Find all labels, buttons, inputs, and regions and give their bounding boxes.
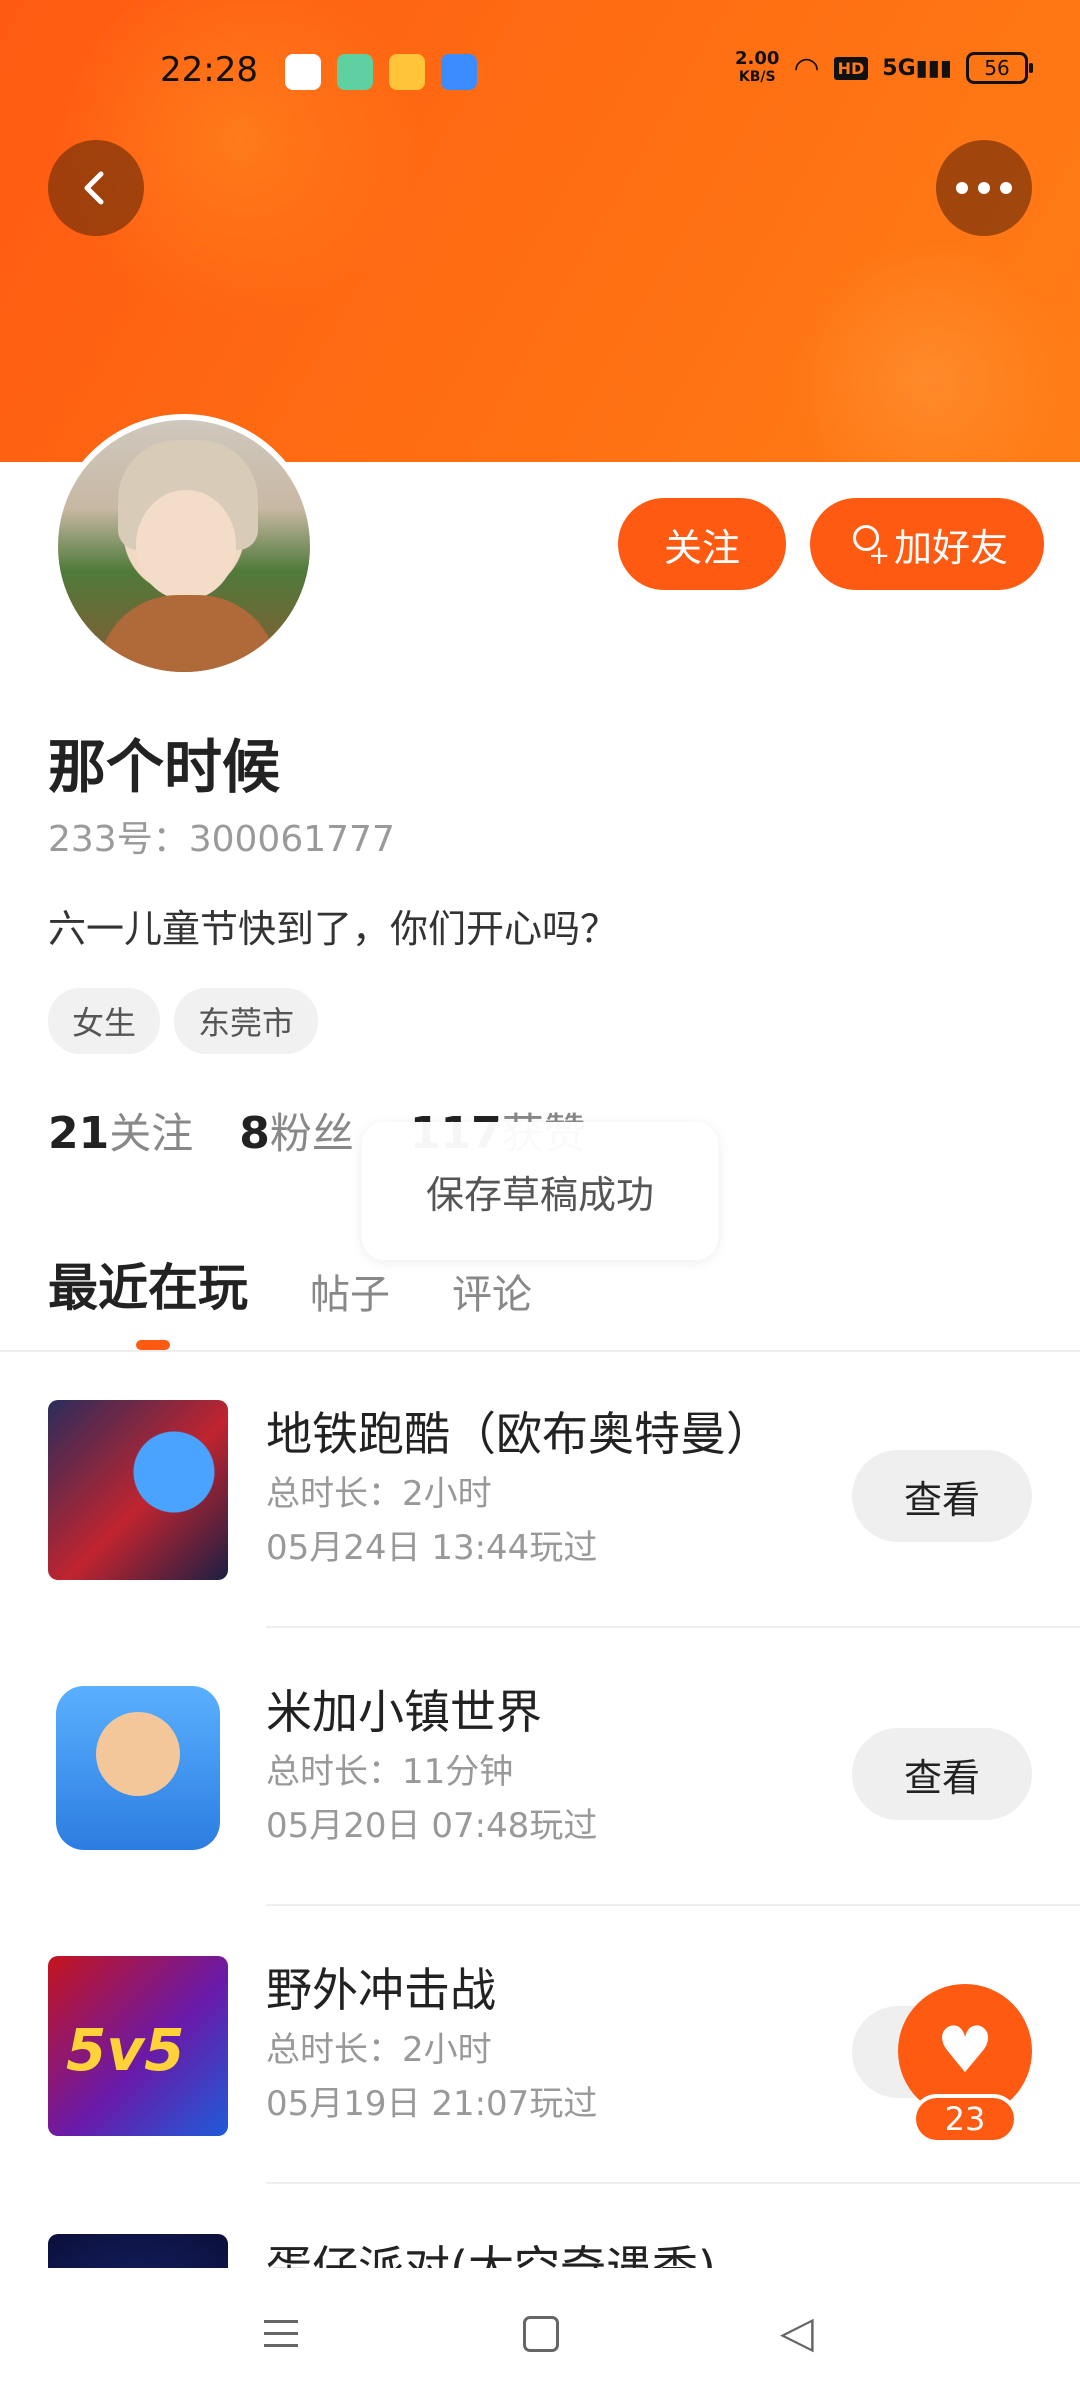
battery-icon: 56 bbox=[966, 52, 1033, 84]
game-thumbnail bbox=[56, 1686, 220, 1850]
game-duration: 总时长：11分钟 bbox=[266, 1752, 514, 1792]
fans-stat[interactable]: 8粉丝 bbox=[239, 1100, 354, 1161]
game-item[interactable]: 蛋仔派对(太空奇遇季) bbox=[0, 2186, 1080, 2268]
profile-tabs: 最近在玩 帖子 评论 bbox=[48, 1248, 532, 1320]
green-app-icon bbox=[337, 54, 373, 90]
heart-icon: ♥ bbox=[936, 2014, 994, 2088]
follow-button[interactable]: 关注 bbox=[618, 498, 786, 590]
status-indicators: 2.00 KB/S ◠ HD 5G▮▮▮ 56 bbox=[735, 48, 1033, 86]
tab-comments[interactable]: 评论 bbox=[452, 1262, 532, 1320]
game-duration: 总时长：2小时 bbox=[266, 1474, 492, 1514]
game-name: 蛋仔派对(太空奇遇季) bbox=[266, 2241, 716, 2268]
game-duration: 总时长：2小时 bbox=[266, 2030, 492, 2070]
game-thumbnail bbox=[48, 2234, 228, 2268]
game-item[interactable]: 地铁跑酷（欧布奥特曼） 总时长：2小时 05月24日 13:44玩过 查看 bbox=[0, 1352, 1080, 1628]
net-speed: 2.00 KB/S bbox=[735, 48, 780, 86]
game-thumbnail bbox=[48, 1400, 228, 1580]
hd-icon: HD bbox=[833, 56, 869, 80]
like-count-badge: 23 bbox=[912, 2094, 1018, 2144]
home-button[interactable] bbox=[515, 2308, 565, 2358]
view-button[interactable]: 查看 bbox=[852, 1728, 1032, 1820]
notification-icons bbox=[285, 54, 477, 90]
status-time: 22:28 bbox=[160, 50, 258, 90]
game-item[interactable]: 米加小镇世界 总时长：11分钟 05月20日 07:48玩过 查看 bbox=[0, 1630, 1080, 1906]
game-last-played: 05月19日 21:07玩过 bbox=[266, 2084, 598, 2124]
back-nav-button[interactable]: ◁ bbox=[780, 2308, 830, 2358]
game-thumbnail: 5v5 bbox=[48, 1956, 228, 2136]
game-name: 野外冲击战 bbox=[266, 1963, 496, 2017]
tag-gender: 女生 bbox=[48, 988, 161, 1054]
tag-city: 东莞市 bbox=[174, 988, 319, 1054]
back-arrow-icon bbox=[84, 171, 104, 205]
following-stat[interactable]: 21关注 bbox=[48, 1100, 193, 1161]
user-tags: 女生 东莞市 bbox=[48, 988, 319, 1054]
view-button[interactable]: 查看 bbox=[852, 1450, 1032, 1542]
add-friend-button[interactable]: 加好友 bbox=[810, 498, 1044, 590]
browser-app-icon bbox=[441, 54, 477, 90]
user-id: 233号：300061777 bbox=[48, 819, 395, 860]
tab-posts[interactable]: 帖子 bbox=[310, 1262, 390, 1320]
baidu-app-icon bbox=[285, 54, 321, 90]
signal-icon: 5G▮▮▮ bbox=[882, 55, 952, 81]
tab-indicator bbox=[136, 1340, 170, 1350]
game-name: 地铁跑酷（欧布奥特曼） bbox=[266, 1407, 772, 1461]
system-nav-bar: ◁ bbox=[0, 2268, 1080, 2400]
add-person-icon bbox=[846, 525, 890, 571]
status-bar: 22:28 2.00 KB/S ◠ HD 5G▮▮▮ 56 bbox=[0, 40, 1080, 100]
game-name: 米加小镇世界 bbox=[266, 1685, 542, 1739]
username: 那个时候 bbox=[48, 733, 281, 801]
game-last-played: 05月20日 07:48玩过 bbox=[266, 1806, 598, 1846]
back-button[interactable] bbox=[48, 140, 144, 236]
book-app-icon bbox=[389, 54, 425, 90]
more-options-button[interactable] bbox=[936, 140, 1032, 236]
toast-message: 保存草稿成功 bbox=[362, 1122, 718, 1260]
tab-recently-played[interactable]: 最近在玩 bbox=[48, 1248, 248, 1320]
game-last-played: 05月24日 13:44玩过 bbox=[266, 1528, 598, 1568]
wifi-icon: ◠ bbox=[793, 50, 820, 86]
recent-apps-button[interactable] bbox=[258, 2308, 308, 2358]
user-bio: 六一儿童节快到了，你们开心吗？ bbox=[48, 907, 619, 951]
more-dots-icon bbox=[956, 182, 1012, 194]
avatar[interactable] bbox=[52, 414, 316, 678]
